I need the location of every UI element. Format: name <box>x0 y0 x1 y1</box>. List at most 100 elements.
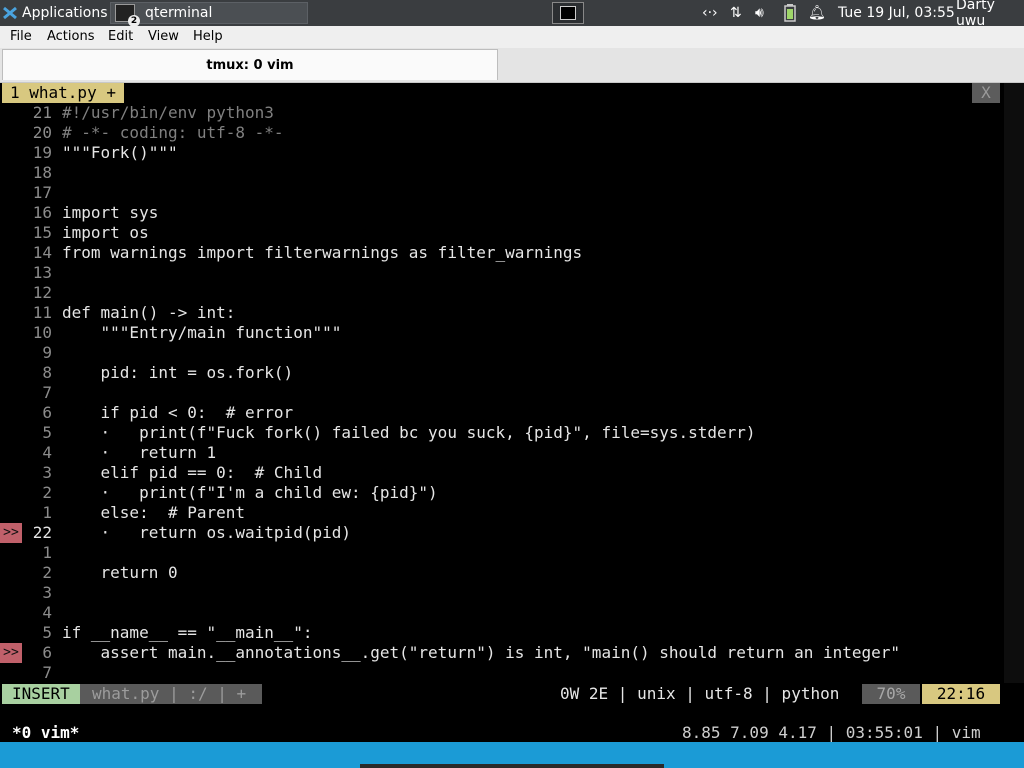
line-number: 9 <box>42 343 52 362</box>
code-text: else: # Parent <box>62 503 246 522</box>
code-text: return 0 <box>62 563 178 582</box>
code-text: assert main.__annotations__.get("return"… <box>62 643 901 662</box>
line-number: 1 <box>42 503 52 522</box>
code-line[interactable]: 5 · print(f"Fuck fork() failed bc you su… <box>0 423 1000 443</box>
line-number: 5 <box>42 423 52 442</box>
line-number: 6 <box>42 403 52 422</box>
terminal-area[interactable]: 1 what.py + X 21 #!/usr/bin/env python3 20… <box>0 83 1024 742</box>
code-text: #!/usr/bin/env python3 <box>62 103 274 122</box>
code-line[interactable]: 5 if __name__ == "__main__": <box>0 623 1000 643</box>
line-number: 22 <box>32 523 52 542</box>
menu-edit[interactable]: Edit <box>108 29 133 44</box>
line-number: 2 <box>42 483 52 502</box>
line-number: 4 <box>42 603 52 622</box>
code-line[interactable]: 15 import os <box>0 223 1000 243</box>
code-line[interactable]: 2 · print(f"I'm a child ew: {pid}") <box>0 483 1000 503</box>
code-line[interactable]: >> 6 assert main.__annotations__.get("ret… <box>0 643 1000 663</box>
line-number: 19 <box>32 143 52 162</box>
code-text: if __name__ == "__main__": <box>62 623 313 642</box>
code-line[interactable]: 4 <box>0 603 1000 623</box>
user-menu[interactable]: Darty uwu <box>956 0 1024 29</box>
code-text: # -*- coding: utf-8 -*- <box>62 123 284 142</box>
line-number: 12 <box>32 283 52 302</box>
code-line[interactable]: 12 <box>0 283 1000 303</box>
code-line[interactable]: 1 <box>0 543 1000 563</box>
line-number: 2 <box>42 563 52 582</box>
code-text: pid: int = os.fork() <box>62 363 294 382</box>
code-line[interactable]: 3 <box>0 583 1000 603</box>
code-text: elif pid == 0: # Child <box>62 463 323 482</box>
buffer-close-button[interactable]: X <box>972 83 1000 103</box>
scroll-percent: 70% <box>862 684 920 704</box>
code-line[interactable]: 7 <box>0 383 1000 403</box>
code-text: from warnings import filterwarnings as f… <box>62 243 583 262</box>
code-text: """Fork()""" <box>62 143 178 162</box>
workspace-button[interactable] <box>552 2 584 24</box>
code-line[interactable]: 1 else: # Parent <box>0 503 1000 523</box>
tab-tmux[interactable]: tmux: 0 vim <box>2 49 498 80</box>
code-line[interactable]: 20 # -*- coding: utf-8 -*- <box>0 123 1000 143</box>
applications-label: Applications <box>22 5 108 21</box>
code-line[interactable]: 19 """Fork()""" <box>0 143 1000 163</box>
applications-menu[interactable]: Applications <box>2 0 108 26</box>
code-line[interactable]: 16 import sys <box>0 203 1000 223</box>
tmux-statusbar: *0 vim* 8.85 7.09 4.17 | 03:55:01 | vim <box>0 723 1004 742</box>
code-text: def main() -> int: <box>62 303 236 322</box>
dock-handle[interactable] <box>360 764 664 768</box>
line-number: 15 <box>32 223 52 242</box>
line-number: 4 <box>42 443 52 462</box>
line-number: 3 <box>42 583 52 602</box>
notification-bell-icon[interactable]: 🔔︎ <box>808 0 826 26</box>
line-number: 21 <box>32 103 52 122</box>
code-text: · print(f"Fuck fork() failed bc you suck… <box>62 423 756 442</box>
menu-actions[interactable]: Actions <box>47 29 95 44</box>
code-line[interactable]: 11 def main() -> int: <box>0 303 1000 323</box>
top-panel: Applications 2 qterminal ‹·› ⇅ 🔊︎ 🔔︎ Tue… <box>0 0 1024 29</box>
network-transfer-icon[interactable]: ⇅ <box>730 0 742 26</box>
line-number: 10 <box>32 323 52 342</box>
code-line[interactable]: 21 #!/usr/bin/env python3 <box>0 103 1000 123</box>
vim-buffer-bar: 1 what.py + X <box>0 83 1004 103</box>
network-arrows-icon[interactable]: ‹·› <box>702 0 718 26</box>
taskbar-label: qterminal <box>145 5 213 21</box>
code-line[interactable]: 17 <box>0 183 1000 203</box>
menu-file[interactable]: File <box>10 29 32 44</box>
battery-icon[interactable] <box>784 0 796 26</box>
code-line[interactable]: 7 <box>0 663 1000 683</box>
line-number: 7 <box>42 383 52 402</box>
tmux-window[interactable]: *0 vim* <box>12 723 79 742</box>
code-text: · print(f"I'm a child ew: {pid}") <box>62 483 438 502</box>
line-number: 17 <box>32 183 52 202</box>
code-line[interactable]: 13 <box>0 263 1000 283</box>
code-line[interactable]: 18 <box>0 163 1000 183</box>
file-indicator: what.py | :/ | + <box>80 684 262 704</box>
taskbar-qterminal[interactable]: 2 qterminal <box>110 2 308 27</box>
code-line[interactable]: 14 from warnings import filterwarnings as… <box>0 243 1000 263</box>
code-line[interactable]: 6 if pid < 0: # error <box>0 403 1000 423</box>
terminal-scrollbar[interactable] <box>1004 83 1024 683</box>
code-line[interactable]: 8 pid: int = os.fork() <box>0 363 1000 383</box>
qterminal-window: File Actions Edit View Help tmux: 0 vim … <box>0 26 1024 742</box>
line-number: 8 <box>42 363 52 382</box>
vim-statusline: INSERT what.py | :/ | + 0W 2E | unix | u… <box>0 684 1004 704</box>
xfce-logo-icon <box>3 6 17 20</box>
mode-indicator: INSERT <box>2 684 90 704</box>
workspace-icon <box>560 6 576 20</box>
line-number: 5 <box>42 623 52 642</box>
terminal-icon: 2 <box>115 4 140 27</box>
code-line[interactable]: 2 return 0 <box>0 563 1000 583</box>
menu-help[interactable]: Help <box>193 29 223 44</box>
menu-view[interactable]: View <box>148 29 179 44</box>
line-number: 16 <box>32 203 52 222</box>
code-line[interactable]: 3 elif pid == 0: # Child <box>0 463 1000 483</box>
code-line[interactable]: >> 22 · return os.waitpid(pid) <box>0 523 1000 543</box>
code-line[interactable]: 9 <box>0 343 1000 363</box>
line-number: 1 <box>42 543 52 562</box>
clock[interactable]: Tue 19 Jul, 03:55 <box>838 0 955 26</box>
buffer-tab[interactable]: 1 what.py + <box>2 83 124 103</box>
code-line[interactable]: 4 · return 1 <box>0 443 1000 463</box>
tab-bar: tmux: 0 vim <box>0 48 1024 83</box>
volume-icon[interactable]: 🔊︎ <box>755 0 764 26</box>
code-line[interactable]: 10 """Entry/main function""" <box>0 323 1000 343</box>
code-text: import os <box>62 223 149 242</box>
